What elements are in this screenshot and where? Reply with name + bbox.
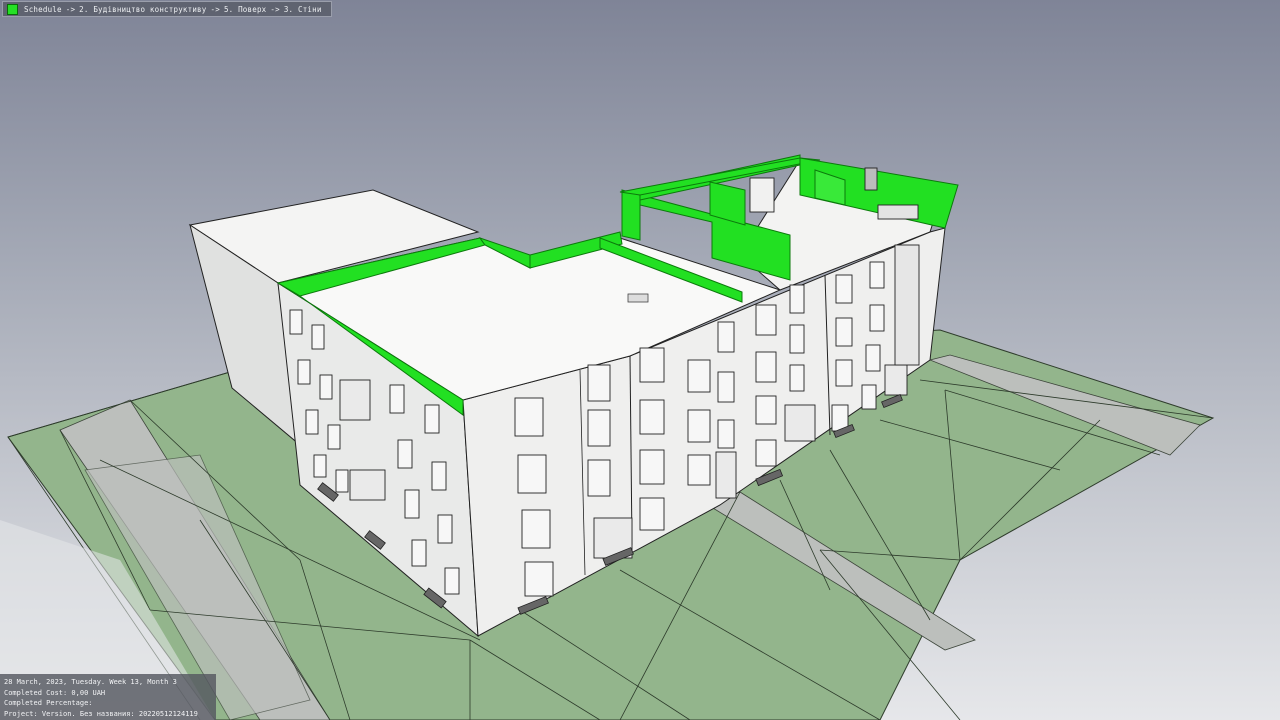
schedule-breadcrumb: Schedule -> 2. Будівництво конструктиву … — [2, 1, 332, 17]
breadcrumb-separator: -> — [210, 4, 220, 14]
building-model-scene[interactable] — [0, 0, 1280, 720]
breadcrumb-item-walls[interactable]: 3. Стіни — [284, 5, 322, 14]
breadcrumb-item-schedule[interactable]: Schedule — [24, 5, 62, 14]
breadcrumb-item-construction[interactable]: 2. Будівництво конструктиву — [79, 5, 206, 14]
project-version-text: Project: Version. Без названия: 20220512… — [4, 709, 198, 718]
completed-cost-text: Completed Cost: 0,00 UAH — [4, 688, 106, 697]
schedule-info-panel: 28 March, 2023, Tuesday. Week 13, Month … — [0, 674, 216, 720]
3d-viewport[interactable] — [0, 0, 1280, 720]
breadcrumb-separator: -> — [65, 4, 76, 14]
status-color-swatch — [7, 3, 18, 15]
current-date-text: 28 March, 2023, Tuesday. Week 13, Month … — [4, 678, 177, 686]
breadcrumb-item-floor[interactable]: 5. Поверх — [224, 5, 266, 14]
completed-percentage-text: Completed Percentage: — [4, 699, 93, 707]
breadcrumb-separator: -> — [270, 4, 280, 14]
